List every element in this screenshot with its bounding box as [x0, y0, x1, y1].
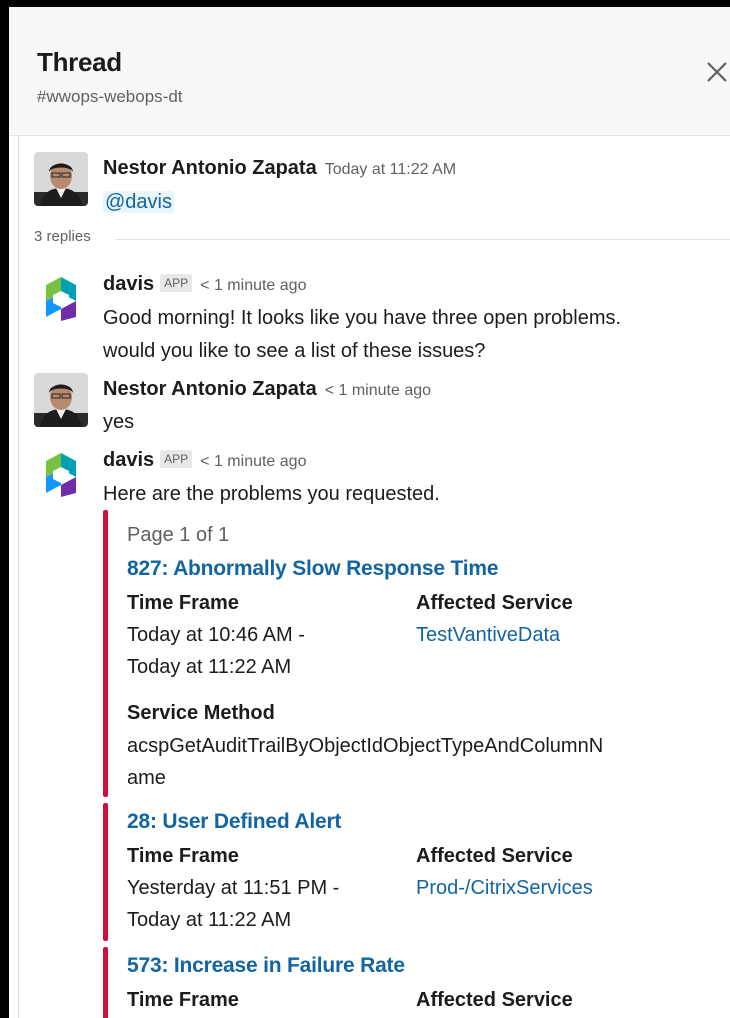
avatar[interactable]	[34, 447, 88, 501]
channel-link[interactable]: #wwops-webops-dt	[37, 87, 183, 107]
attachment-color-bar	[103, 510, 108, 797]
replies-divider	[115, 239, 730, 240]
thread-title: Thread	[37, 47, 122, 77]
davis-logo-icon	[34, 271, 88, 325]
field-label: Affected Service	[416, 989, 573, 1011]
time-frame-value: Today at 10:46 AM -	[127, 624, 305, 646]
attachment-color-bar	[103, 947, 108, 1018]
person-icon	[34, 152, 88, 206]
message-text: would you like to see a list of these is…	[103, 340, 486, 362]
timestamp[interactable]: Today at 11:22 AM	[325, 161, 456, 178]
service-method-value: acspGetAuditTrailByObjectIdObjectTypeAnd…	[127, 735, 604, 757]
message-text: Good morning! It looks like you have thr…	[103, 307, 622, 329]
mention-link[interactable]: @davis	[103, 191, 174, 213]
affected-service-link[interactable]: Prod-/CitrixServices	[416, 877, 593, 900]
field-label: Time Frame	[127, 592, 239, 614]
field-label: Time Frame	[127, 845, 239, 867]
time-frame-value: Today at 11:22 AM	[127, 656, 292, 678]
field-label: Affected Service	[416, 845, 573, 867]
author-name[interactable]: davis	[103, 449, 154, 471]
timestamp[interactable]: < 1 minute ago	[200, 453, 306, 470]
avatar[interactable]	[34, 152, 88, 206]
person-icon	[34, 373, 88, 427]
problem-attachment: Page 1 of 1 827: Abnormally Slow Respons…	[103, 510, 723, 797]
affected-service-link[interactable]: TestVantiveData	[416, 624, 560, 647]
problem-attachment: 28: User Defined Alert Time Frame Affect…	[103, 803, 723, 941]
author-name[interactable]: Nestor Antonio Zapata	[103, 378, 317, 400]
avatar[interactable]	[34, 271, 88, 325]
time-frame-value: Today at 11:22 AM	[127, 909, 292, 931]
problem-attachment: 573: Increase in Failure Rate Time Frame…	[103, 947, 723, 1018]
timestamp[interactable]: < 1 minute ago	[200, 277, 306, 294]
field-label: Service Method	[127, 702, 275, 724]
problem-title-link[interactable]: 28: User Defined Alert	[127, 810, 341, 834]
app-badge: APP	[160, 450, 193, 468]
timestamp[interactable]: < 1 minute ago	[325, 382, 431, 399]
problem-title-link[interactable]: 827: Abnormally Slow Response Time	[127, 557, 499, 581]
thread-header: Thread #wwops-webops-dt	[9, 7, 730, 136]
author-name[interactable]: Nestor Antonio Zapata	[103, 157, 317, 179]
close-icon[interactable]	[704, 59, 730, 85]
service-method-value: ame	[127, 767, 166, 789]
thread-panel: Thread #wwops-webops-dt Nestor Antonio Z…	[0, 0, 730, 1018]
panel-divider	[18, 7, 19, 1018]
message-text: Here are the problems you requested.	[103, 483, 440, 505]
field-label: Time Frame	[127, 989, 239, 1011]
problem-title-link[interactable]: 573: Increase in Failure Rate	[127, 954, 405, 978]
app-badge: APP	[160, 274, 193, 292]
page-indicator: Page 1 of 1	[127, 524, 230, 546]
attachment-color-bar	[103, 803, 108, 941]
message-text: yes	[103, 411, 135, 433]
author-name[interactable]: davis	[103, 273, 154, 295]
field-label: Affected Service	[416, 592, 573, 614]
replies-count: 3 replies	[34, 228, 91, 245]
time-frame-value: Yesterday at 11:51 PM -	[127, 877, 340, 899]
davis-logo-icon	[34, 447, 88, 501]
avatar[interactable]	[34, 373, 88, 427]
